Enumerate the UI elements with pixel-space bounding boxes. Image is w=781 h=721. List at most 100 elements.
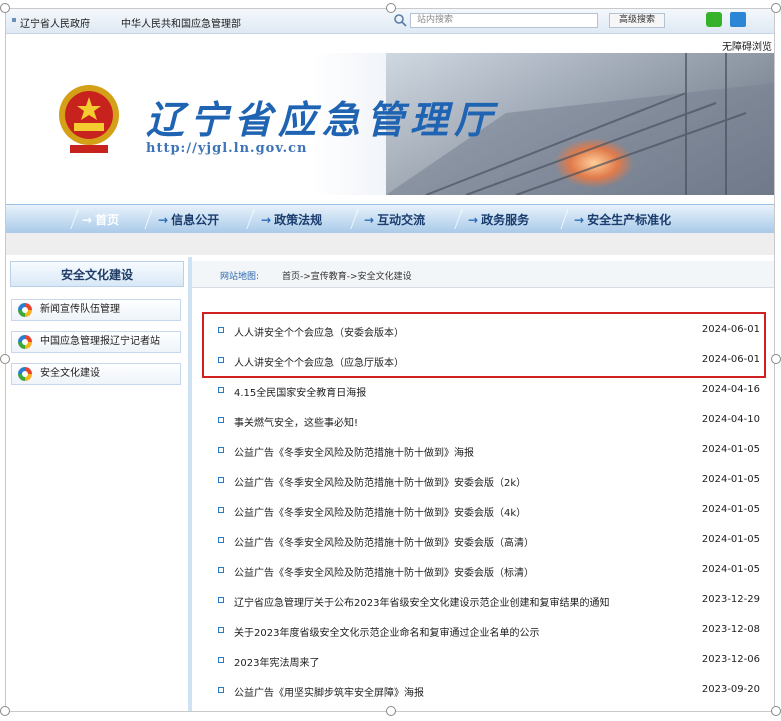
- article-date: 2024-01-05: [701, 504, 760, 515]
- resize-handle[interactable]: [771, 3, 781, 13]
- advanced-search-button[interactable]: 高级搜索: [609, 13, 665, 28]
- article-date: 2024-06-01: [701, 354, 760, 365]
- list-item[interactable]: 关于2023年度省级安全文化示范企业命名和复审通过企业名单的公示 2023-12-…: [192, 617, 774, 647]
- list-item[interactable]: 2023年宪法周来了 2023-12-06: [192, 647, 774, 677]
- list-item[interactable]: 公益广告《冬季安全风险及防范措施十防十做到》安委会版（高清） 2024-01-05: [192, 527, 774, 557]
- resize-handle[interactable]: [0, 354, 10, 364]
- breadcrumb: 网站地图: 首页->宣传教育->安全文化建设: [192, 261, 774, 288]
- bullet-icon: [218, 387, 224, 393]
- bullet-icon: [218, 627, 224, 633]
- link-ministry-emergency[interactable]: 中华人民共和国应急管理部: [121, 15, 241, 30]
- site-title: 辽宁省应急管理厅: [146, 97, 499, 142]
- bullet-icon: [218, 597, 224, 603]
- bullet-icon: [218, 537, 224, 543]
- nav-divider: [246, 209, 255, 229]
- sidebar-item-safety-culture[interactable]: 安全文化建设: [11, 363, 181, 385]
- article-title[interactable]: 人人讲安全个个会应急（安委会版本）: [234, 324, 404, 339]
- bullet-icon: [218, 657, 224, 663]
- bullet-icon: [218, 567, 224, 573]
- nav-safety-standard[interactable]: → 安全生产标准化: [574, 211, 671, 228]
- list-item[interactable]: 公益广告《冬季安全风险及防范措施十防十做到》安委会版（2k） 2024-01-05: [192, 467, 774, 497]
- weibo-icon[interactable]: [730, 12, 746, 27]
- bullet-icon: [218, 357, 224, 363]
- article-title[interactable]: 公益广告《冬季安全风险及防范措施十防十做到》海报: [234, 444, 474, 459]
- gray-strip: [6, 233, 774, 255]
- sidebar-item-reporter-station[interactable]: 中国应急管理报辽宁记者站: [11, 331, 181, 353]
- nav-info-disclosure[interactable]: → 信息公开: [158, 211, 219, 228]
- nav-divider: [350, 209, 359, 229]
- sidebar-item-label: 安全文化建设: [40, 368, 100, 379]
- main-content: 网站地图: 首页->宣传教育->安全文化建设 人人讲安全个个会应急（安委会版本）…: [192, 257, 774, 711]
- sidebar-item-label: 新闻宣传队伍管理: [40, 304, 120, 315]
- article-title[interactable]: 公益广告《冬季安全风险及防范措施十防十做到》安委会版（2k）: [234, 474, 526, 489]
- sidebar-item-news-team[interactable]: 新闻宣传队伍管理: [11, 299, 181, 321]
- nav-interaction[interactable]: → 互动交流: [364, 211, 425, 228]
- article-date: 2023-09-20: [701, 684, 760, 695]
- resize-handle[interactable]: [386, 706, 396, 716]
- accessibility-bar: 无障碍浏览: [6, 34, 774, 54]
- site-banner: 辽宁省应急管理厅 http://yjgl.ln.gov.cn: [6, 53, 774, 195]
- wechat-icon[interactable]: [706, 12, 722, 27]
- breadcrumb-path[interactable]: 首页->宣传教育->安全文化建设: [282, 269, 412, 282]
- list-item[interactable]: 事关燃气安全，这些事必知! 2024-04-10: [192, 407, 774, 437]
- article-date: 2024-01-05: [701, 444, 760, 455]
- article-date: 2023-12-29: [701, 594, 760, 605]
- article-date: 2024-01-05: [701, 474, 760, 485]
- article-title[interactable]: 人人讲安全个个会应急（应急厅版本）: [234, 354, 404, 369]
- article-title[interactable]: 公益广告《冬季安全风险及防范措施十防十做到》安委会版（高清）: [234, 534, 534, 549]
- nav-gov-services[interactable]: → 政务服务: [468, 211, 529, 228]
- resize-handle[interactable]: [771, 706, 781, 716]
- article-date: 2024-04-16: [701, 384, 760, 395]
- article-date: 2024-04-10: [701, 414, 760, 425]
- list-item[interactable]: 4.15全民国家安全教育日海报 2024-04-16: [192, 377, 774, 407]
- resize-handle[interactable]: [0, 3, 10, 13]
- list-item[interactable]: 公益广告《冬季安全风险及防范措施十防十做到》安委会版（4k） 2024-01-05: [192, 497, 774, 527]
- color-wheel-icon: [18, 303, 32, 317]
- national-emblem-icon: [59, 85, 119, 153]
- nav-divider: [560, 209, 569, 229]
- site-url: http://yjgl.ln.gov.cn: [146, 141, 308, 156]
- article-date: 2024-01-05: [701, 564, 760, 575]
- sidebar-item-label: 中国应急管理报辽宁记者站: [40, 336, 160, 347]
- color-wheel-icon: [18, 367, 32, 381]
- nav-home[interactable]: → 首页: [82, 211, 119, 228]
- list-item[interactable]: 人人讲安全个个会应急（应急厅版本） 2024-06-01: [192, 347, 774, 377]
- resize-handle[interactable]: [771, 354, 781, 364]
- nav-divider: [144, 209, 153, 229]
- search-icon[interactable]: [393, 13, 407, 27]
- bullet-icon: [218, 687, 224, 693]
- search-input[interactable]: 站内搜索: [410, 13, 598, 28]
- nav-policies[interactable]: → 政策法规: [261, 211, 322, 228]
- page-frame: 辽宁省人民政府 中华人民共和国应急管理部 站内搜索 高级搜索 无障碍浏览 辽宁省…: [5, 8, 775, 712]
- bullet-icon: [218, 327, 224, 333]
- resize-handle[interactable]: [0, 706, 10, 716]
- article-date: 2024-06-01: [701, 324, 760, 335]
- bullet-icon: [218, 477, 224, 483]
- article-date: 2023-12-08: [701, 624, 760, 635]
- list-item[interactable]: 人人讲安全个个会应急（安委会版本） 2024-06-01: [192, 317, 774, 347]
- list-item[interactable]: 公益广告《用坚实脚步筑牢安全屏障》海报 2023-09-20: [192, 677, 774, 707]
- nav-divider: [70, 209, 79, 229]
- accessibility-link[interactable]: 无障碍浏览: [722, 38, 772, 53]
- article-title[interactable]: 关于2023年度省级安全文化示范企业命名和复审通过企业名单的公示: [234, 624, 539, 639]
- article-title[interactable]: 事关燃气安全，这些事必知!: [234, 414, 358, 429]
- article-date: 2023-12-06: [701, 654, 760, 665]
- bullet-icon: [218, 417, 224, 423]
- sitemap-link[interactable]: 网站地图:: [220, 269, 259, 282]
- list-item[interactable]: 辽宁省应急管理厅关于公布2023年省级安全文化建设示范企业创建和复审结果的通知 2…: [192, 587, 774, 617]
- article-title[interactable]: 4.15全民国家安全教育日海报: [234, 384, 366, 399]
- link-liaoning-government[interactable]: 辽宁省人民政府: [12, 15, 90, 30]
- article-title[interactable]: 公益广告《冬季安全风险及防范措施十防十做到》安委会版（4k）: [234, 504, 526, 519]
- bullet-icon: [218, 447, 224, 453]
- article-title[interactable]: 公益广告《用坚实脚步筑牢安全屏障》海报: [234, 684, 424, 699]
- article-title[interactable]: 2023年宪法周来了: [234, 654, 319, 669]
- list-item[interactable]: 公益广告《冬季安全风险及防范措施十防十做到》海报 2024-01-05: [192, 437, 774, 467]
- sidebar-title: 安全文化建设: [10, 261, 184, 287]
- article-title[interactable]: 辽宁省应急管理厅关于公布2023年省级安全文化建设示范企业创建和复审结果的通知: [234, 594, 609, 609]
- article-title[interactable]: 公益广告《冬季安全风险及防范措施十防十做到》安委会版（标清）: [234, 564, 534, 579]
- sidebar: 安全文化建设 新闻宣传队伍管理 中国应急管理报辽宁记者站 安全文化建设: [6, 257, 192, 711]
- bullet-icon: [218, 507, 224, 513]
- resize-handle[interactable]: [386, 3, 396, 13]
- list-item[interactable]: 公益广告《冬季安全风险及防范措施十防十做到》安委会版（标清） 2024-01-05: [192, 557, 774, 587]
- nav-divider: [454, 209, 463, 229]
